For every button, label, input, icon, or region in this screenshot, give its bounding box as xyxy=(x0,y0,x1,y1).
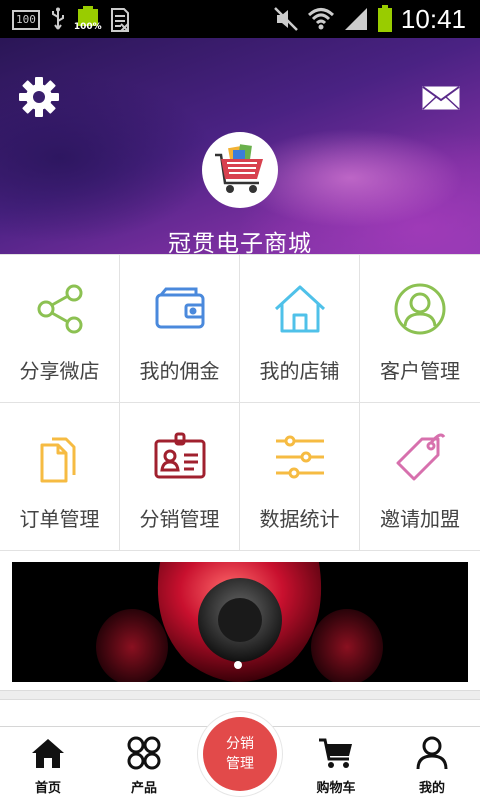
home-icon xyxy=(274,285,325,333)
share-icon xyxy=(37,284,82,334)
nav-home-label: 首页 xyxy=(34,781,61,796)
nav-mine-label: 我的 xyxy=(418,781,445,796)
center-button-line2: 管理 xyxy=(226,756,254,772)
center-button-line1: 分销 xyxy=(226,736,254,752)
distribution-center-button-frame: 分销 管理 xyxy=(198,712,282,796)
nav-products[interactable]: 产品 xyxy=(96,727,192,800)
grid-nav-icon xyxy=(127,736,161,770)
menu-label: 分销管理 xyxy=(139,507,220,531)
menu-invite-join[interactable]: 邀请加盟 xyxy=(360,403,480,551)
distribution-center-button[interactable]: 分销 管理 xyxy=(203,717,277,791)
section-divider xyxy=(0,690,480,700)
promo-banner[interactable] xyxy=(12,562,468,682)
battery-level-text: 100% xyxy=(73,22,102,32)
menu-label: 我的店铺 xyxy=(259,359,340,383)
signal-icon xyxy=(344,8,367,30)
shop-avatar[interactable] xyxy=(202,132,278,208)
menu-order-management[interactable]: 订单管理 xyxy=(0,403,120,551)
battery-full-icon: 100% xyxy=(73,6,102,34)
nav-home[interactable]: 首页 xyxy=(0,727,96,800)
mail-icon[interactable] xyxy=(422,86,460,110)
battery-icon xyxy=(377,5,392,32)
menu-label: 数据统计 xyxy=(259,507,340,531)
wallet-icon xyxy=(155,287,204,329)
sliders-icon xyxy=(275,435,324,479)
nav-mine[interactable]: 我的 xyxy=(384,727,480,800)
shopping-cart-logo-icon xyxy=(215,144,263,193)
menu-my-shop[interactable]: 我的店铺 xyxy=(240,255,360,403)
menu-label: 分享微店 xyxy=(19,359,100,383)
wifi-icon xyxy=(307,8,334,30)
shop-name: 冠贯电子商城 xyxy=(168,231,312,254)
menu-share-shop[interactable]: 分享微店 xyxy=(0,255,120,403)
menu-label: 邀请加盟 xyxy=(380,507,460,531)
settings-gear-icon[interactable] xyxy=(18,76,60,118)
nav-products-label: 产品 xyxy=(130,781,157,796)
menu-distribution-management[interactable]: 分销管理 xyxy=(120,403,240,551)
user-circle-icon xyxy=(394,283,446,335)
profile-header: 冠贯电子商城 xyxy=(0,38,480,254)
nav-cart[interactable]: 购物车 xyxy=(288,727,384,800)
menu-label: 客户管理 xyxy=(380,359,460,383)
menu-customer-management[interactable]: 客户管理 xyxy=(360,255,480,403)
menu-label: 我的佣金 xyxy=(139,359,220,383)
mute-icon xyxy=(274,7,298,31)
cart-nav-icon xyxy=(319,738,352,768)
notification-indicator: 100 xyxy=(12,10,40,30)
clock: 10:41 xyxy=(400,4,466,34)
id-card-icon xyxy=(154,432,205,479)
menu-my-commission[interactable]: 我的佣金 xyxy=(120,255,240,403)
menu-label: 订单管理 xyxy=(19,507,100,531)
menu-data-statistics[interactable]: 数据统计 xyxy=(240,403,360,551)
documents-icon xyxy=(40,437,75,483)
function-grid: 分享微店 我的佣金 我的店铺 客户管理 订单管理 分销管理 数据统计 邀请加盟 xyxy=(0,254,480,551)
speaker-product-image xyxy=(12,562,468,682)
user-nav-icon xyxy=(416,736,448,770)
sim-card-icon xyxy=(110,8,129,32)
tag-icon xyxy=(396,433,446,481)
status-bar: 100 100% 10:41 xyxy=(0,0,480,38)
usb-icon xyxy=(51,7,64,30)
home-nav-icon xyxy=(32,739,64,768)
nav-cart-label: 购物车 xyxy=(316,781,356,796)
